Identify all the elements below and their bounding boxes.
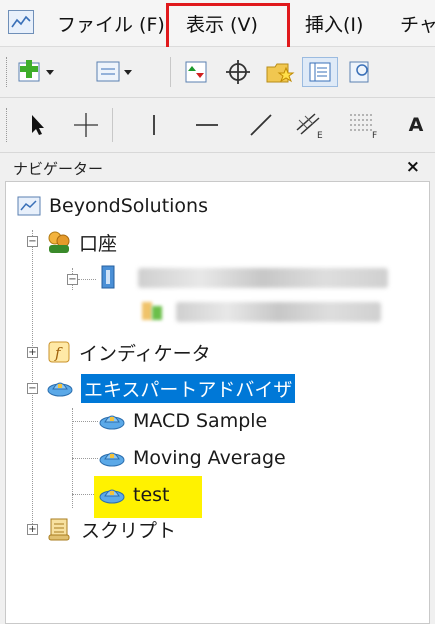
crosshair-tool-icon [74, 113, 98, 137]
scripts-icon [46, 516, 74, 542]
redacted-account-number [176, 302, 381, 322]
profiles-icon [96, 61, 132, 82]
collapse-toggle[interactable]: − [67, 274, 78, 285]
tester-icon [349, 61, 369, 83]
strategy-tester-button[interactable] [345, 57, 375, 87]
new-chart-button[interactable] [16, 57, 56, 87]
tree-item-scripts[interactable]: スクリプト [46, 513, 176, 545]
folder-star-icon [266, 63, 295, 83]
market-watch-icon [185, 61, 207, 83]
server-icon [98, 264, 124, 292]
tree-label: test [133, 484, 170, 506]
toolbar-separator [170, 57, 171, 87]
navigator-title: ナビゲーター [13, 160, 104, 178]
crosshair-button[interactable] [222, 57, 254, 87]
tree-item-accounts[interactable]: 口座 [46, 226, 117, 258]
tree-connector [32, 230, 33, 530]
navigator-close-button[interactable]: × [406, 157, 420, 177]
tree-item-indicators[interactable]: f インディケータ [46, 336, 211, 368]
terminal-toggle-button[interactable] [302, 57, 338, 87]
expert-advisor-icon [98, 408, 126, 434]
menu-chart[interactable]: チャ [400, 10, 435, 37]
tree-connector [78, 279, 96, 280]
navigator-title-bar: ナビゲーター × [5, 154, 430, 181]
terminal-icon [309, 62, 331, 82]
market-watch-button[interactable] [180, 57, 212, 87]
trendline-button[interactable] [244, 108, 278, 142]
new-chart-icon [18, 60, 54, 82]
redacted-account-server [138, 268, 388, 288]
app-icon [8, 10, 34, 34]
navigator-tree: BeyondSolutions − 口座 − + f インディケータ − エキス… [5, 181, 430, 624]
standard-toolbar [0, 47, 435, 98]
menu-file[interactable]: ファイル (F) [57, 10, 165, 37]
equidistant-channel-button[interactable]: E [292, 108, 328, 142]
cursor-button[interactable] [22, 108, 54, 142]
tree-item-expert-advisors[interactable]: エキスパートアドバイザ [46, 372, 296, 404]
svg-text:F: F [372, 131, 377, 140]
expert-advisor-icon [98, 482, 126, 508]
tree-root-item[interactable]: BeyondSolutions [16, 190, 208, 222]
account-icon [138, 298, 168, 324]
line-studies-toolbar: E F A [0, 98, 435, 153]
svg-text:E: E [317, 131, 323, 140]
tree-connector [72, 458, 98, 459]
tree-label-selected: エキスパートアドバイザ [81, 373, 296, 403]
horizontal-line-icon [196, 124, 218, 126]
tree-label: スクリプト [81, 519, 177, 542]
crosshair-tool-button[interactable] [70, 108, 102, 142]
tree-label: BeyondSolutions [49, 195, 208, 217]
navigator-toggle-button[interactable] [262, 57, 298, 87]
tree-item-expert[interactable]: MACD Sample [98, 405, 267, 437]
collapse-toggle[interactable]: − [27, 383, 38, 394]
tree-label: Moving Average [133, 447, 286, 469]
menu-insert[interactable]: 挿入(I) [305, 10, 363, 37]
accounts-icon [46, 229, 72, 255]
view-menu-highlight-box [166, 3, 290, 51]
trendline-icon [250, 114, 272, 136]
tree-connector [72, 421, 98, 422]
fibonacci-icon: F [350, 114, 377, 140]
vertical-line-icon [153, 115, 155, 135]
tree-item-expert[interactable]: test [98, 479, 170, 511]
text-tool-button[interactable]: A [400, 108, 432, 142]
profiles-button[interactable] [94, 57, 134, 87]
fibonacci-button[interactable]: F [345, 108, 381, 142]
cursor-arrow-icon [32, 115, 44, 135]
toolbar-separator [112, 108, 113, 142]
indicators-icon: f [46, 339, 72, 365]
expert-advisor-icon [98, 445, 126, 471]
terminal-icon [16, 194, 42, 218]
tree-label: インディケータ [79, 342, 211, 365]
crosshair-icon [226, 60, 250, 84]
tree-label: MACD Sample [133, 410, 268, 432]
expand-toggle[interactable]: + [27, 347, 38, 358]
expert-advisor-icon [46, 375, 74, 401]
tree-label: 口座 [79, 232, 118, 255]
tree-item-expert[interactable]: Moving Average [98, 442, 286, 474]
menu-bar: ファイル (F) 表示 (V) 挿入(I) チャ [0, 0, 435, 51]
toolbar-grip[interactable] [6, 108, 10, 142]
vertical-line-button[interactable] [138, 108, 170, 142]
toolbar-grip[interactable] [6, 57, 10, 87]
expand-toggle[interactable]: + [27, 524, 38, 535]
channel-icon: E [296, 113, 323, 140]
horizontal-line-button[interactable] [190, 108, 224, 142]
collapse-toggle[interactable]: − [27, 236, 38, 247]
